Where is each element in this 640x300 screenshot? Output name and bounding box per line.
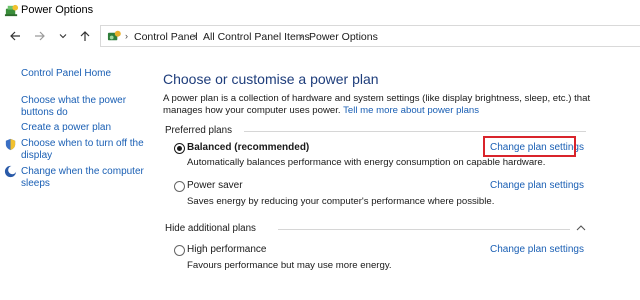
arrow-up-icon <box>80 31 90 41</box>
chevron-down-icon <box>59 34 67 39</box>
arrow-left-icon <box>10 31 20 41</box>
learn-more-link[interactable]: Tell me more about power plans <box>343 105 479 116</box>
sidebar-item-create-plan[interactable]: Create a power plan <box>21 122 111 134</box>
sidebar-control-panel-home[interactable]: Control Panel Home <box>21 68 111 80</box>
sidebar-item-label: buttons do <box>21 107 68 118</box>
recent-locations-button[interactable] <box>54 27 72 45</box>
sidebar-item-computer-sleeps[interactable]: Change when the computer sleeps <box>21 166 144 190</box>
power-saver-plan-name: Power saver <box>187 180 243 191</box>
balanced-plan-name: Balanced (recommended) <box>187 142 310 153</box>
title-bar: Power Options <box>0 0 640 22</box>
forward-button[interactable] <box>31 27 49 45</box>
high-performance-change-settings-link[interactable]: Change plan settings <box>490 244 584 255</box>
page-title: Choose or customise a power plan <box>163 71 379 87</box>
power-options-icon <box>4 4 19 17</box>
hide-additional-plans-label[interactable]: Hide additional plans <box>165 223 256 234</box>
moon-icon <box>4 165 17 178</box>
high-performance-radio[interactable] <box>174 245 185 256</box>
power-saver-change-settings-link[interactable]: Change plan settings <box>490 180 584 191</box>
page-description: A power plan is a collection of hardware… <box>163 93 603 117</box>
power-saver-plan-description: Saves energy by reducing your computer's… <box>187 196 495 207</box>
control-panel-icon <box>107 30 121 41</box>
high-performance-plan-name: High performance <box>187 244 267 255</box>
sidebar-item-label: Change when the computer <box>21 166 144 177</box>
address-bar[interactable]: › Control Panel › All Control Panel Item… <box>100 25 640 47</box>
breadcrumb-separator: › <box>300 31 303 41</box>
highlight-box <box>483 136 576 157</box>
preferred-plans-label: Preferred plans <box>165 125 232 136</box>
breadcrumb-separator: › <box>194 31 197 41</box>
sidebar-item-label: sleeps <box>21 178 50 189</box>
sidebar-item-label: display <box>21 150 53 161</box>
back-button[interactable] <box>6 27 24 45</box>
up-button[interactable] <box>76 27 94 45</box>
arrow-right-icon <box>35 31 45 41</box>
sidebar-item-label: Choose when to turn off the <box>21 138 144 149</box>
sidebar-item-label: Create a power plan <box>21 122 112 133</box>
sidebar-item-turn-off-display[interactable]: Choose when to turn off the display <box>21 138 144 162</box>
power-saver-radio[interactable] <box>174 181 185 192</box>
breadcrumb-separator: › <box>125 31 128 41</box>
window-title: Power Options <box>21 4 94 16</box>
chevron-up-icon[interactable] <box>576 224 586 232</box>
balanced-radio[interactable] <box>174 143 185 154</box>
breadcrumb-power-options[interactable]: Power Options <box>309 31 378 43</box>
breadcrumb-control-panel[interactable]: Control Panel <box>134 31 198 43</box>
sidebar-item-label: Choose what the power <box>21 95 127 106</box>
balanced-plan-description: Automatically balances performance with … <box>187 157 546 168</box>
navigation-bar: › Control Panel › All Control Panel Item… <box>0 24 640 50</box>
section-divider <box>244 131 586 132</box>
sidebar-item-power-buttons[interactable]: Choose what the power buttons do <box>21 95 126 119</box>
shield-icon <box>5 138 16 151</box>
high-performance-plan-description: Favours performance but may use more ene… <box>187 260 392 271</box>
section-divider <box>278 229 570 230</box>
breadcrumb-all-items[interactable]: All Control Panel Items <box>203 31 310 43</box>
